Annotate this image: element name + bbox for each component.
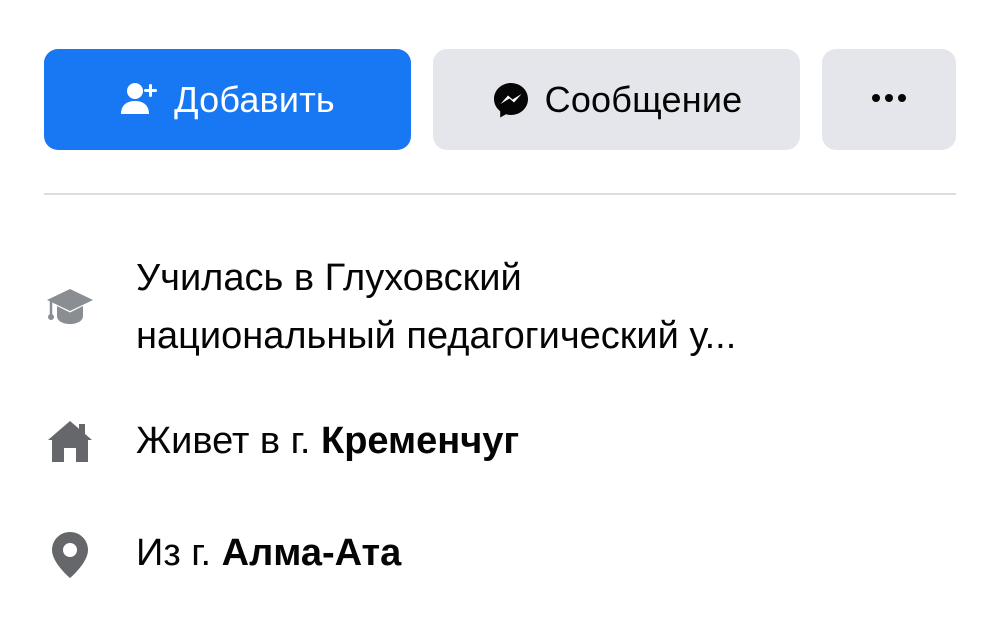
more-options-button[interactable] <box>822 49 956 150</box>
home-icon <box>44 415 96 467</box>
messenger-icon <box>491 80 531 120</box>
section-divider <box>44 193 956 195</box>
graduation-cap-icon <box>44 280 96 332</box>
message-label: Сообщение <box>544 78 743 120</box>
message-button[interactable]: Сообщение <box>433 49 800 150</box>
hometown-row[interactable]: Из г. Алма-Ата <box>44 527 956 579</box>
education-line-2: национальный педагогический у... <box>136 315 737 357</box>
profile-actions: Добавить Сообщение <box>44 49 956 150</box>
education-line-1: Училась в Глуховский <box>136 257 522 299</box>
current-city-row[interactable]: Живет в г. Кременчуг <box>44 415 956 467</box>
add-friend-button[interactable]: Добавить <box>44 49 411 150</box>
location-pin-icon <box>44 529 96 581</box>
hometown-prefix: Из г. <box>136 532 222 574</box>
hometown-text: Из г. Алма-Ата <box>136 527 401 579</box>
current-city-prefix: Живет в г. <box>136 420 321 462</box>
add-friend-icon <box>120 80 160 120</box>
current-city-text: Живет в г. Кременчуг <box>136 415 519 467</box>
add-friend-label: Добавить <box>174 78 335 120</box>
hometown-link[interactable]: Алма-Ата <box>222 532 402 574</box>
more-dots-icon <box>869 91 909 109</box>
current-city-link[interactable]: Кременчуг <box>321 420 519 462</box>
education-row[interactable]: Училась в Глуховский национальный педаго… <box>44 252 956 362</box>
